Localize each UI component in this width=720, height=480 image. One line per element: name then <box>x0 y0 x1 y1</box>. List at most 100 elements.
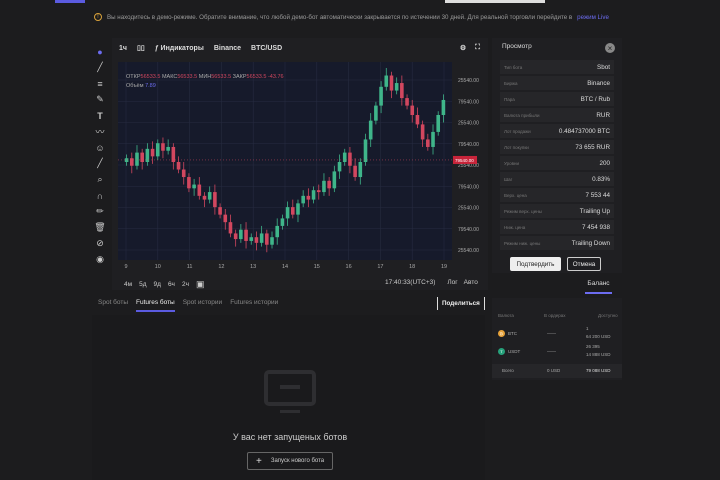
text-tool-icon[interactable]: T <box>93 109 107 122</box>
candle-body <box>187 177 191 189</box>
ohlc-legend: ОТКР56533.5 МАКС56533.5 МИН56533.5 ЗАКР5… <box>126 74 284 80</box>
current-price-label: 79540.00 <box>455 158 474 163</box>
tf-2[interactable]: 9д <box>154 281 161 288</box>
volume-label: Объём <box>126 83 144 89</box>
candle-body <box>249 237 254 241</box>
tab-balance[interactable]: Баланс <box>585 280 612 294</box>
plus-icon: + <box>256 455 262 467</box>
candle-body <box>322 180 326 193</box>
row-value: Sbot <box>597 63 610 71</box>
tf-4[interactable]: 2ч <box>182 281 189 288</box>
candle-body <box>270 237 274 245</box>
pair-label[interactable]: BTC/USD <box>251 45 282 52</box>
pattern-icon[interactable]: 〰 <box>93 125 107 138</box>
candle-body <box>431 131 435 147</box>
tab-spot-history[interactable]: Spot истории <box>183 299 222 312</box>
preview-row: Биржа Binance <box>500 76 614 90</box>
candle-body <box>181 169 186 178</box>
y-tick-label: 79540.00 <box>458 184 479 190</box>
monitor-icon <box>264 370 316 413</box>
tf-3[interactable]: 6ч <box>168 281 175 288</box>
y-tick-label: 79540.00 <box>458 99 479 105</box>
low-label: МИН <box>198 74 212 80</box>
emoji-icon[interactable]: ☺ <box>93 141 107 154</box>
gear-icon[interactable]: ⚙ <box>460 44 466 52</box>
x-tick-label: 14 <box>282 264 288 270</box>
candle-body <box>213 192 217 208</box>
x-tick-label: 9 <box>124 264 127 270</box>
live-mode-link[interactable]: режим Live <box>577 14 609 21</box>
candle-body <box>374 105 378 121</box>
row-key: Биржа <box>504 80 518 86</box>
row-key: Режим ниж. цены <box>504 240 541 246</box>
empty-state-text: У вас нет запущеных ботов <box>232 432 348 442</box>
auto-toggle[interactable]: Авто <box>464 279 478 286</box>
clock-time: 17:40:33(UTC+3) <box>385 279 436 286</box>
row-value: Trailing Down <box>571 239 610 247</box>
x-tick-label: 10 <box>155 264 161 270</box>
dot-icon[interactable]: ● <box>93 45 107 58</box>
ruler-icon[interactable]: ╱ <box>93 157 107 170</box>
orders-value: —— <box>547 349 556 354</box>
interval-button[interactable]: 1ч <box>119 45 127 52</box>
candle-body <box>135 152 139 166</box>
row-key: Пара <box>504 96 515 102</box>
tf-0[interactable]: 4м <box>124 281 132 288</box>
candle-body <box>426 139 430 147</box>
tab-futures-history[interactable]: Futures истории <box>230 299 278 312</box>
x-tick-label: 16 <box>346 264 352 270</box>
orders-value: —— <box>547 331 556 336</box>
demo-notice: ! Вы находитесь в демо-режиме. Обратите … <box>94 11 634 23</box>
tab-spot-bots[interactable]: Spot боты <box>98 299 128 312</box>
preview-row: Уровни 200 <box>500 156 614 170</box>
tf-1[interactable]: 5д <box>139 281 146 288</box>
new-bot-button[interactable]: + Запуск нового бота <box>247 452 333 470</box>
calendar-icon[interactable]: ▣ <box>196 279 205 290</box>
candle-body <box>155 143 160 157</box>
exchange-label[interactable]: Binance <box>214 45 241 52</box>
y-tick-label: 25540.00 <box>458 121 479 127</box>
row-value: Trailing Up <box>579 207 610 215</box>
candle-body <box>161 143 165 151</box>
x-tick-label: 13 <box>250 264 256 270</box>
magnet-icon[interactable]: ∩ <box>93 189 107 202</box>
candle-body <box>223 214 228 223</box>
candle-body <box>441 99 446 115</box>
hide-icon[interactable]: ⊘ <box>93 237 107 250</box>
fullscreen-icon[interactable]: ⛶ <box>475 44 480 52</box>
row-value: 0.484737000 BTC <box>558 127 610 135</box>
balance-row: ₿ BTC —— 1 64 200 USD <box>492 326 622 344</box>
candle-type-icon[interactable]: ▯▯ <box>137 44 145 52</box>
close-icon[interactable]: × <box>605 43 615 53</box>
tab-futures-bots[interactable]: Futures боты <box>136 299 175 312</box>
eye-icon[interactable]: ◉ <box>93 253 107 266</box>
balance-table: Валюта В ордерах Доступно ₿ BTC —— 1 64 … <box>492 298 622 380</box>
change-value: -43.76 <box>267 74 284 80</box>
row-value: 7 553 44 <box>585 191 610 199</box>
zoom-icon[interactable]: ⌕ <box>93 173 107 186</box>
preview-row: Режим верх. цены Trailing Up <box>500 204 614 218</box>
confirm-button[interactable]: Подтвердить <box>510 257 561 271</box>
pencil-icon[interactable]: ✏ <box>93 205 107 218</box>
coin-name: BTC <box>508 331 517 336</box>
preview-row: Лот продажи 0.484737000 BTC <box>500 124 614 138</box>
trash-icon[interactable]: 🗑 <box>93 221 107 234</box>
col-currency: Валюта <box>498 313 514 318</box>
y-tick-label: 79540.00 <box>458 227 479 233</box>
indicators-button[interactable]: ƒ Индикаторы <box>155 45 204 52</box>
preview-row: Ниж. цена 7 454 938 <box>500 220 614 234</box>
cancel-button[interactable]: Отмена <box>567 257 601 271</box>
candle-body <box>337 162 342 172</box>
fib-tool-icon[interactable]: ≡ <box>93 77 107 90</box>
preview-row: Валюта прибыли RUR <box>500 108 614 122</box>
share-button[interactable]: Поделиться <box>437 297 485 310</box>
line-tool-icon[interactable]: ╱ <box>93 61 107 74</box>
log-toggle[interactable]: Лог <box>447 279 457 286</box>
candlestick-chart[interactable]: 9 10 11 12 13 14 15 16 17 18 19 25540.00 79540.00 255… <box>112 60 488 298</box>
candle-body <box>327 180 331 189</box>
open-label: ОТКР <box>126 74 141 80</box>
open-value: 56533.5 <box>140 74 161 80</box>
candle-body <box>129 158 134 166</box>
coin-name: USDT <box>508 349 521 354</box>
brush-icon[interactable]: ✎ <box>93 93 107 106</box>
